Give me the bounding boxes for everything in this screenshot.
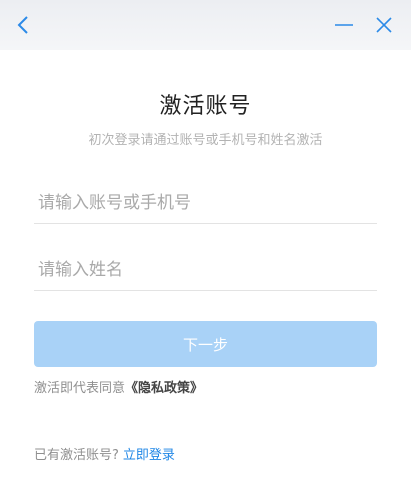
minimize-icon <box>335 24 353 26</box>
titlebar <box>0 0 411 50</box>
activate-account-window: 激活账号 初次登录请通过账号或手机号和姓名激活 下一步 激活即代表同意《隐私政策… <box>0 0 411 500</box>
minimize-button[interactable] <box>327 8 361 42</box>
page-title: 激活账号 <box>159 94 252 119</box>
page-subtitle: 初次登录请通过账号或手机号和姓名激活 <box>88 133 323 148</box>
account-input[interactable] <box>34 182 377 224</box>
next-step-button[interactable]: 下一步 <box>34 321 377 367</box>
back-button[interactable] <box>6 8 40 42</box>
login-prompt: 已有激活账号? 立即登录 <box>34 444 175 463</box>
login-prefix-text: 已有激活账号? <box>34 448 119 463</box>
close-button[interactable] <box>367 8 401 42</box>
privacy-policy-link[interactable]: 《隐私政策》 <box>125 381 203 396</box>
chevron-left-icon <box>17 16 28 34</box>
login-now-link[interactable]: 立即登录 <box>123 448 175 463</box>
name-input[interactable] <box>34 249 377 291</box>
close-icon <box>376 17 392 33</box>
policy-prefix-text: 激活即代表同意 <box>34 381 126 396</box>
policy-agreement: 激活即代表同意《隐私政策》 <box>34 377 203 396</box>
